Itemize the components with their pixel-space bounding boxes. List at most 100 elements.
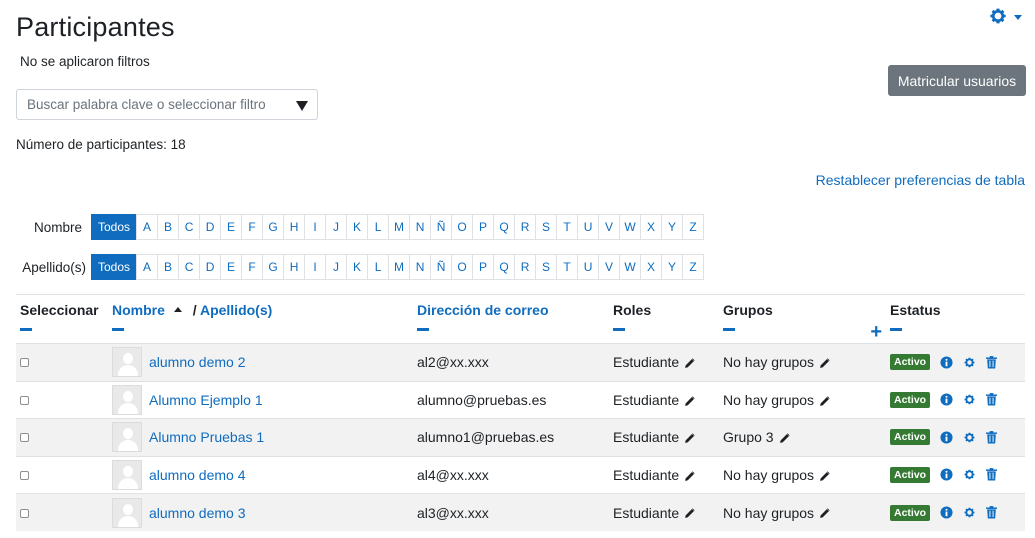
initial-letter[interactable]: F bbox=[241, 254, 264, 280]
reset-table-preferences-link[interactable]: Restablecer preferencias de tabla bbox=[816, 172, 1025, 188]
initial-letter[interactable]: V bbox=[598, 254, 621, 280]
collapse-column-icon[interactable] bbox=[723, 328, 735, 331]
initial-letter[interactable]: L bbox=[367, 214, 390, 240]
initial-letter[interactable]: U bbox=[577, 214, 600, 240]
initial-letter[interactable]: S bbox=[535, 214, 558, 240]
initial-letter[interactable]: H bbox=[283, 214, 306, 240]
enrol-users-button[interactable]: Matricular usuarios bbox=[888, 65, 1026, 96]
avatar[interactable] bbox=[112, 459, 142, 490]
initial-letter[interactable]: P bbox=[472, 254, 495, 280]
page-actions-menu[interactable] bbox=[988, 6, 1022, 26]
collapse-column-icon[interactable] bbox=[613, 328, 625, 331]
collapse-column-icon[interactable] bbox=[112, 328, 124, 331]
trash-icon[interactable] bbox=[986, 430, 998, 444]
initial-letter[interactable]: H bbox=[283, 254, 306, 280]
initial-letter[interactable]: O bbox=[451, 214, 474, 240]
avatar[interactable] bbox=[112, 497, 142, 528]
info-icon[interactable] bbox=[940, 393, 953, 406]
initial-letter[interactable]: Y bbox=[661, 214, 684, 240]
row-checkbox[interactable] bbox=[20, 358, 29, 368]
initial-letter[interactable]: C bbox=[178, 214, 201, 240]
initial-letter[interactable]: B bbox=[157, 254, 180, 280]
initial-letter[interactable]: K bbox=[346, 214, 369, 240]
initial-letter[interactable]: Q bbox=[493, 254, 516, 280]
pencil-icon[interactable] bbox=[684, 470, 695, 482]
dropdown-arrow-icon[interactable] bbox=[296, 101, 308, 111]
info-icon[interactable] bbox=[940, 468, 953, 481]
initial-letter[interactable]: Z bbox=[682, 214, 705, 240]
sort-lastname-link[interactable]: Apellido(s) bbox=[200, 302, 272, 318]
initial-letter[interactable]: E bbox=[220, 214, 243, 240]
initial-letter[interactable]: N bbox=[409, 214, 432, 240]
initial-letter[interactable]: V bbox=[598, 214, 621, 240]
initial-all[interactable]: Todos bbox=[91, 254, 138, 280]
pencil-icon[interactable] bbox=[684, 433, 695, 444]
gear-icon[interactable] bbox=[963, 506, 976, 519]
pencil-icon[interactable] bbox=[684, 508, 695, 519]
initial-letter[interactable]: X bbox=[640, 254, 663, 280]
user-name-link[interactable]: Alumno Ejemplo 1 bbox=[149, 392, 263, 408]
initial-letter[interactable]: N bbox=[409, 254, 432, 280]
info-icon[interactable] bbox=[940, 431, 953, 444]
user-name-link[interactable]: alumno demo 3 bbox=[149, 505, 246, 521]
avatar[interactable] bbox=[112, 422, 142, 453]
collapse-column-icon[interactable] bbox=[417, 328, 429, 331]
initial-letter[interactable]: J bbox=[325, 214, 348, 240]
initial-letter[interactable]: Z bbox=[682, 254, 705, 280]
pencil-icon[interactable] bbox=[779, 433, 790, 444]
info-icon[interactable] bbox=[940, 356, 953, 369]
row-checkbox[interactable] bbox=[20, 470, 29, 480]
initial-letter[interactable]: M bbox=[388, 254, 411, 280]
row-checkbox[interactable] bbox=[20, 395, 29, 405]
initial-letter[interactable]: R bbox=[514, 254, 537, 280]
search-filter-input[interactable]: Buscar palabra clave o seleccionar filtr… bbox=[16, 89, 318, 120]
initial-letter[interactable]: C bbox=[178, 254, 201, 280]
initial-letter[interactable]: T bbox=[556, 214, 579, 240]
initial-letter[interactable]: P bbox=[472, 214, 495, 240]
collapse-column-icon[interactable] bbox=[890, 328, 902, 331]
initial-letter[interactable]: D bbox=[199, 214, 222, 240]
initial-letter[interactable]: I bbox=[304, 254, 327, 280]
gear-icon[interactable] bbox=[963, 393, 976, 406]
initial-letter[interactable]: Ñ bbox=[430, 214, 453, 240]
initial-letter[interactable]: M bbox=[388, 214, 411, 240]
trash-icon[interactable] bbox=[986, 355, 998, 369]
initial-letter[interactable]: L bbox=[367, 254, 390, 280]
trash-icon[interactable] bbox=[986, 393, 998, 406]
avatar[interactable] bbox=[112, 347, 142, 378]
initial-letter[interactable]: E bbox=[220, 254, 243, 280]
initial-letter[interactable]: J bbox=[325, 254, 348, 280]
row-checkbox[interactable] bbox=[20, 508, 29, 518]
pencil-icon[interactable] bbox=[684, 358, 695, 369]
user-name-link[interactable]: alumno demo 4 bbox=[149, 467, 246, 483]
trash-icon[interactable] bbox=[986, 468, 998, 481]
expand-column-icon[interactable]: + bbox=[870, 322, 882, 342]
pencil-icon[interactable] bbox=[819, 395, 830, 407]
gear-icon[interactable] bbox=[963, 468, 976, 481]
info-icon[interactable] bbox=[940, 506, 953, 519]
initial-letter[interactable]: Y bbox=[661, 254, 684, 280]
pencil-icon[interactable] bbox=[819, 470, 830, 482]
initial-letter[interactable]: A bbox=[136, 254, 159, 280]
pencil-icon[interactable] bbox=[684, 395, 695, 407]
initial-letter[interactable]: W bbox=[619, 254, 642, 280]
collapse-column-icon[interactable] bbox=[20, 328, 32, 331]
trash-icon[interactable] bbox=[986, 506, 998, 519]
initial-letter[interactable]: Ñ bbox=[430, 254, 453, 280]
initial-letter[interactable]: Q bbox=[493, 214, 516, 240]
avatar[interactable] bbox=[112, 384, 142, 415]
initial-letter[interactable]: S bbox=[535, 254, 558, 280]
pencil-icon[interactable] bbox=[819, 508, 830, 519]
initial-letter[interactable]: O bbox=[451, 254, 474, 280]
initial-letter[interactable]: F bbox=[241, 214, 264, 240]
initial-letter[interactable]: B bbox=[157, 214, 180, 240]
gear-icon[interactable] bbox=[963, 431, 976, 444]
initial-letter[interactable]: K bbox=[346, 254, 369, 280]
pencil-icon[interactable] bbox=[819, 358, 830, 369]
initial-letter[interactable]: W bbox=[619, 214, 642, 240]
user-name-link[interactable]: Alumno Pruebas 1 bbox=[149, 429, 264, 445]
initial-letter[interactable]: X bbox=[640, 214, 663, 240]
row-checkbox[interactable] bbox=[20, 433, 29, 443]
initial-letter[interactable]: T bbox=[556, 254, 579, 280]
gear-icon[interactable] bbox=[963, 356, 976, 369]
